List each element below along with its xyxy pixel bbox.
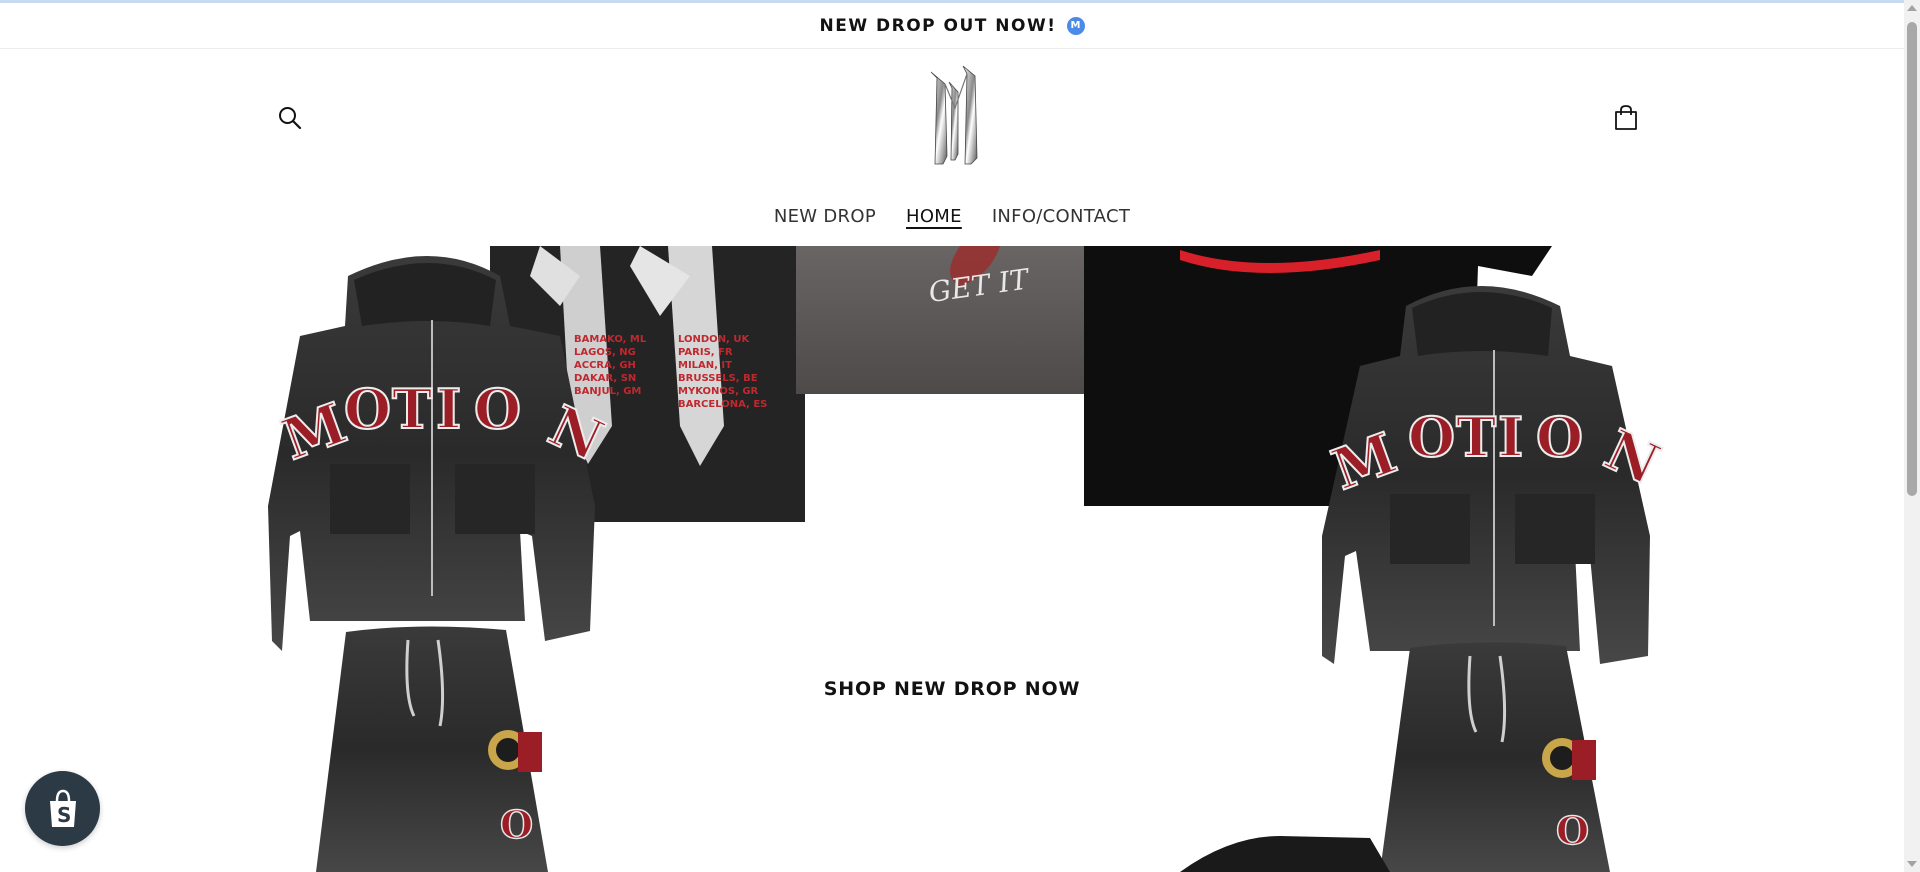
svg-text:O: O	[1408, 405, 1455, 469]
announcement-bar[interactable]: NEW DROP OUT NOW! M	[0, 3, 1904, 49]
sweatpants-right: O	[1380, 642, 1610, 872]
page: NEW DROP OUT NOW! M NEW DROP HOME INFO/C…	[0, 0, 1920, 872]
tee-city-right-6: BARCELONA, ES	[678, 399, 767, 410]
cart-button[interactable]	[1608, 100, 1644, 136]
cart-icon	[1615, 105, 1637, 130]
svg-text:O: O	[344, 377, 391, 441]
nav-item-info-contact[interactable]: INFO/CONTACT	[992, 206, 1130, 227]
tee-city-right-3: MILAN, IT	[678, 360, 732, 371]
tee-city-right-2: PARIS, FR	[678, 347, 733, 358]
svg-text:O: O	[1556, 808, 1589, 853]
svg-text:I: I	[436, 377, 461, 441]
hero-banner[interactable]: BAMAKO, ML LAGOS, NG ACCRA, GH DAKAR, SN…	[0, 246, 1904, 872]
hero-product-collage: BAMAKO, ML LAGOS, NG ACCRA, GH DAKAR, SN…	[268, 246, 1670, 872]
svg-text:T: T	[1456, 405, 1496, 469]
shopify-bag-icon: S	[49, 789, 76, 827]
svg-text:O: O	[474, 377, 521, 441]
scroll-down-icon[interactable]	[1907, 861, 1917, 867]
tee-city-left-5: BANJUL, GM	[574, 386, 641, 397]
tee-city-left-1: BAMAKO, ML	[574, 334, 647, 345]
tee-city-right-5: MYKONOS, GR	[678, 386, 759, 397]
sweatpants-left: O	[316, 626, 548, 872]
svg-text:S: S	[57, 803, 71, 827]
scrollbar-thumb[interactable]	[1907, 22, 1917, 496]
tee-city-left-4: DAKAR, SN	[574, 373, 636, 384]
svg-text:T: T	[392, 377, 432, 441]
scroll-up-icon[interactable]	[1907, 5, 1917, 11]
site-header: NEW DROP HOME INFO/CONTACT	[0, 50, 1904, 245]
m-emoji-badge-icon: M	[1066, 16, 1085, 35]
nav-item-new-drop[interactable]: NEW DROP	[774, 206, 876, 227]
tee-city-left-3: ACCRA, GH	[574, 360, 636, 371]
svg-text:O: O	[1536, 405, 1583, 469]
main-nav: NEW DROP HOME INFO/CONTACT	[0, 206, 1904, 227]
page-scrollbar[interactable]	[1904, 0, 1920, 872]
search-button[interactable]	[272, 100, 308, 136]
tee-city-right-1: LONDON, UK	[678, 334, 750, 345]
announcement-text: NEW DROP OUT NOW!	[819, 15, 1057, 36]
shop-new-drop-link[interactable]: SHOP NEW DROP NOW	[0, 678, 1904, 700]
search-icon	[279, 107, 302, 130]
grey-washed-tee: GET IT	[796, 246, 1134, 394]
nav-item-home[interactable]: HOME	[906, 206, 962, 227]
tee-city-right-4: BRUSSELS, BE	[678, 373, 758, 384]
garment-bottom-center	[1180, 836, 1390, 872]
brand-logo[interactable]	[925, 64, 985, 168]
svg-text:O: O	[500, 802, 533, 847]
svg-text:I: I	[1498, 405, 1523, 469]
tee-city-left-2: LAGOS, NG	[574, 347, 636, 358]
shopify-shop-button[interactable]: S	[25, 771, 100, 846]
